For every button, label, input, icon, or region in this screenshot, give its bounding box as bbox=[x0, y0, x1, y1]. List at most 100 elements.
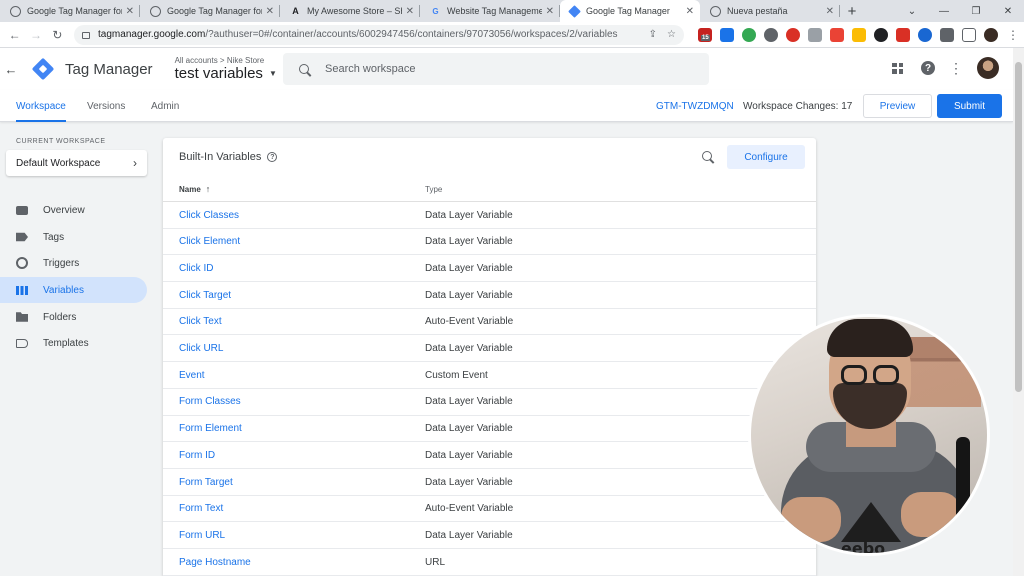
close-icon[interactable]: ✕ bbox=[826, 6, 834, 17]
extension-icon[interactable] bbox=[763, 27, 778, 42]
workspace-search-input[interactable]: Search workspace bbox=[283, 53, 709, 85]
table-row[interactable]: Form Target Data Layer Variable bbox=[163, 469, 816, 496]
forward-icon[interactable]: → bbox=[25, 24, 46, 46]
sidebar-item-label: Triggers bbox=[43, 257, 80, 269]
avatar[interactable] bbox=[977, 57, 999, 79]
browser-tab[interactable]: Google Tag Manager for W ✕ bbox=[0, 0, 140, 22]
sidepanel-icon[interactable] bbox=[961, 27, 976, 42]
close-icon[interactable]: ✕ bbox=[126, 6, 134, 17]
browser-tab[interactable]: G Website Tag Management ✕ bbox=[420, 0, 560, 22]
extension-icon[interactable] bbox=[785, 27, 800, 42]
variable-name-link[interactable]: Form URL bbox=[179, 522, 225, 548]
new-tab-button[interactable]: + bbox=[840, 0, 864, 22]
table-row[interactable]: Event Custom Event bbox=[163, 362, 816, 389]
browser-tab-active[interactable]: Google Tag Manager ✕ bbox=[560, 0, 700, 22]
table-row[interactable]: Page Hostname URL bbox=[163, 549, 816, 576]
sidebar-item-folders[interactable]: Folders bbox=[0, 304, 147, 330]
extension-icon[interactable] bbox=[873, 27, 888, 42]
sidebar-item-variables[interactable]: Variables bbox=[0, 277, 147, 303]
extension-icon[interactable] bbox=[895, 27, 910, 42]
table-row[interactable]: Form Text Auto-Event Variable bbox=[163, 496, 816, 523]
sidebar-item-templates[interactable]: Templates bbox=[0, 330, 147, 356]
help-icon[interactable]: ? bbox=[921, 61, 935, 75]
variable-name-link[interactable]: Form Classes bbox=[179, 389, 241, 415]
back-arrow-icon[interactable]: ← bbox=[0, 62, 22, 77]
gtm-icon bbox=[568, 4, 581, 18]
container-id[interactable]: GTM-TWZDMQN bbox=[656, 90, 734, 122]
variable-name-link[interactable]: Form Text bbox=[179, 496, 223, 522]
browser-tab[interactable]: A My Awesome Store – Shop ✕ bbox=[280, 0, 420, 22]
search-icon[interactable] bbox=[702, 151, 714, 163]
variable-name-link[interactable]: Click Text bbox=[179, 309, 222, 335]
url-field[interactable]: tagmanager.google.com/?authuser=0#/conta… bbox=[74, 24, 684, 45]
scrollbar-thumb[interactable] bbox=[1015, 62, 1022, 392]
extension-icon[interactable] bbox=[829, 27, 844, 42]
reload-icon[interactable]: ↻ bbox=[47, 24, 68, 46]
table-row[interactable]: Form Classes Data Layer Variable bbox=[163, 389, 816, 416]
extension-icon[interactable] bbox=[741, 27, 756, 42]
back-icon[interactable]: ← bbox=[4, 24, 25, 46]
gtm-nav-bar: Workspace Versions Admin GTM-TWZDMQN Wor… bbox=[0, 90, 1013, 122]
tab-admin[interactable]: Admin bbox=[151, 90, 179, 122]
breadcrumb[interactable]: All accounts > Nike Store bbox=[175, 56, 277, 65]
chevron-down-icon[interactable]: ⌄ bbox=[896, 0, 928, 22]
table-row[interactable]: Form Element Data Layer Variable bbox=[163, 416, 816, 443]
table-row[interactable]: Click URL Data Layer Variable bbox=[163, 336, 816, 363]
tab-title: Website Tag Management bbox=[447, 6, 542, 16]
minimize-icon[interactable]: — bbox=[928, 0, 960, 22]
close-icon[interactable]: ✕ bbox=[406, 6, 414, 17]
tab-versions[interactable]: Versions bbox=[87, 90, 125, 122]
submit-button[interactable]: Submit bbox=[937, 94, 1002, 118]
glasses-lens bbox=[841, 365, 867, 385]
extension-icon[interactable] bbox=[719, 27, 734, 42]
variable-name-link[interactable]: Click URL bbox=[179, 336, 223, 362]
more-icon[interactable]: ⋮ bbox=[1006, 28, 1020, 42]
browser-tab[interactable]: Google Tag Manager for W ✕ bbox=[140, 0, 280, 22]
close-icon[interactable]: ✕ bbox=[546, 6, 554, 17]
sidebar-item-triggers[interactable]: Triggers bbox=[0, 250, 147, 276]
container-name[interactable]: test variables ▼ bbox=[175, 65, 277, 82]
preview-button[interactable]: Preview bbox=[863, 94, 932, 118]
extension-icon[interactable]: 15 bbox=[697, 27, 712, 42]
share-icon[interactable]: ⇪ bbox=[649, 29, 657, 40]
configure-button[interactable]: Configure bbox=[727, 145, 805, 169]
tag-icon bbox=[16, 232, 28, 242]
table-row[interactable]: Click ID Data Layer Variable bbox=[163, 255, 816, 283]
table-row[interactable]: Form ID Data Layer Variable bbox=[163, 442, 816, 469]
table-row[interactable]: Click Element Data Layer Variable bbox=[163, 229, 816, 256]
variable-name-link[interactable]: Form Element bbox=[179, 416, 242, 442]
maximize-icon[interactable]: ❐ bbox=[960, 0, 992, 22]
extension-icon[interactable] bbox=[807, 27, 822, 42]
sidebar-item-overview[interactable]: Overview bbox=[0, 197, 147, 223]
workspace-selector[interactable]: Default Workspace › bbox=[6, 150, 147, 176]
variable-name-link[interactable]: Page Hostname bbox=[179, 549, 251, 575]
extension-icon[interactable] bbox=[851, 27, 866, 42]
extension-icon[interactable] bbox=[917, 27, 932, 42]
sidebar-item-tags[interactable]: Tags bbox=[0, 224, 147, 250]
variable-name-link[interactable]: Form ID bbox=[179, 442, 215, 468]
more-options-icon[interactable]: ⋮ bbox=[949, 61, 963, 75]
variable-name-link[interactable]: Click Element bbox=[179, 229, 240, 255]
table-row[interactable]: Click Text Auto-Event Variable bbox=[163, 309, 816, 336]
variable-name-link[interactable]: Event bbox=[179, 362, 205, 388]
apps-grid-icon[interactable] bbox=[892, 62, 903, 74]
close-icon[interactable]: ✕ bbox=[686, 6, 694, 17]
star-icon[interactable]: ☆ bbox=[667, 29, 676, 40]
variable-type: Auto-Event Variable bbox=[425, 503, 514, 515]
container-selector[interactable]: All accounts > Nike Store test variables… bbox=[175, 56, 277, 82]
column-header-name[interactable]: Name ↑ bbox=[179, 176, 210, 202]
profile-avatar[interactable] bbox=[983, 27, 998, 42]
variable-name-link[interactable]: Click ID bbox=[179, 255, 213, 281]
variable-name-link[interactable]: Click Classes bbox=[179, 202, 239, 228]
table-row[interactable]: Form URL Data Layer Variable bbox=[163, 522, 816, 550]
table-row[interactable]: Click Classes Data Layer Variable bbox=[163, 202, 816, 229]
browser-tab[interactable]: Nueva pestaña ✕ bbox=[700, 0, 840, 22]
variable-name-link[interactable]: Form Target bbox=[179, 469, 233, 495]
table-row[interactable]: Click Target Data Layer Variable bbox=[163, 282, 816, 309]
close-icon[interactable]: ✕ bbox=[266, 6, 274, 17]
variable-name-link[interactable]: Click Target bbox=[179, 282, 231, 308]
tab-workspace[interactable]: Workspace bbox=[16, 90, 66, 122]
help-icon[interactable]: ? bbox=[267, 152, 278, 162]
puzzle-icon[interactable] bbox=[939, 27, 954, 42]
close-window-icon[interactable]: ✕ bbox=[992, 0, 1024, 22]
